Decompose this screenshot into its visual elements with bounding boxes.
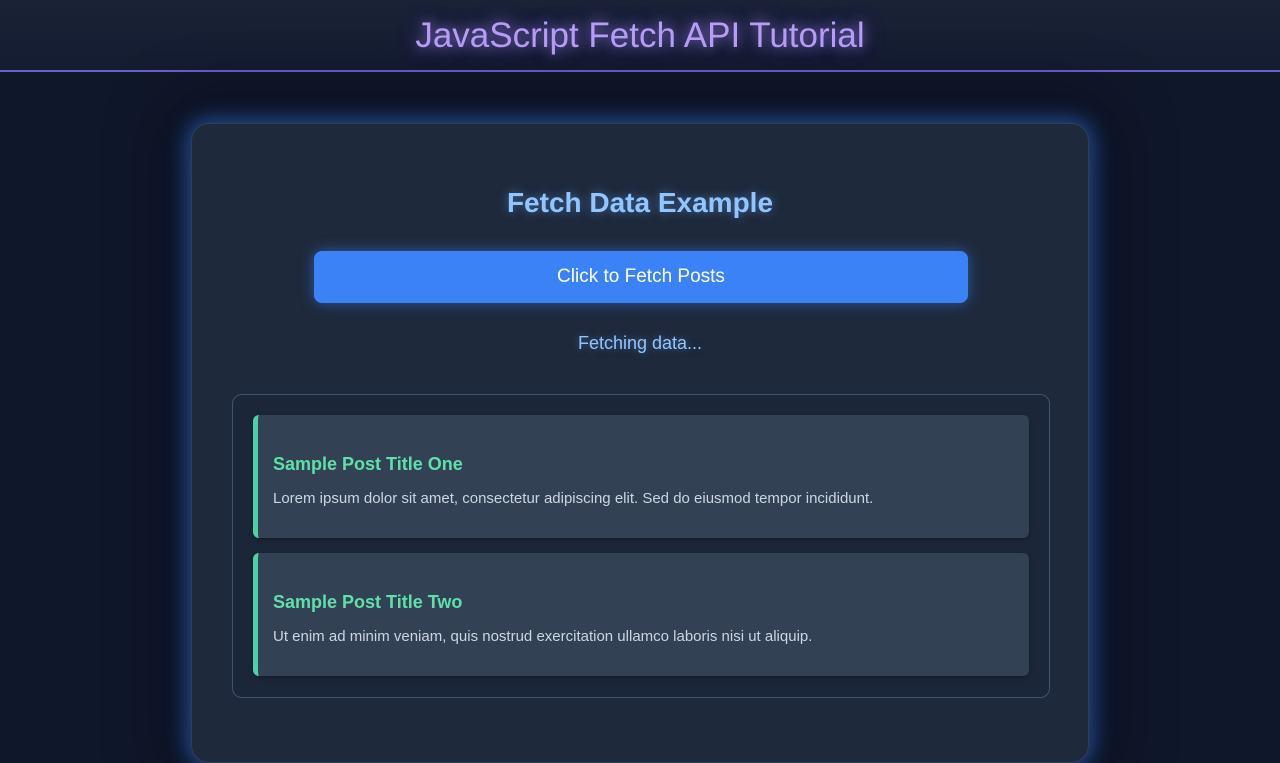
status-message: Fetching data... [577, 333, 703, 353]
post-body: Lorem ipsum dolor sit amet, consectetur … [273, 490, 874, 507]
post-title: Sample Post Title Two [273, 592, 463, 612]
page-header: JavaScript Fetch API Tutorial [0, 0, 1280, 72]
fetch-card: Fetch Data Example Click to Fetch Posts … [191, 123, 1089, 763]
page-title: JavaScript Fetch API Tutorial [415, 15, 865, 55]
post-item: Sample Post Title One Lorem ipsum dolor … [253, 415, 1029, 538]
post-body: Ut enim ad minim veniam, quis nostrud ex… [273, 628, 813, 645]
card-title: Fetch Data Example [506, 187, 774, 218]
fetch-posts-button[interactable]: Click to Fetch Posts [314, 251, 968, 303]
post-item: Sample Post Title Two Ut enim ad minim v… [253, 553, 1029, 676]
post-title: Sample Post Title One [273, 454, 463, 474]
posts-container: Sample Post Title One Lorem ipsum dolor … [232, 394, 1050, 698]
